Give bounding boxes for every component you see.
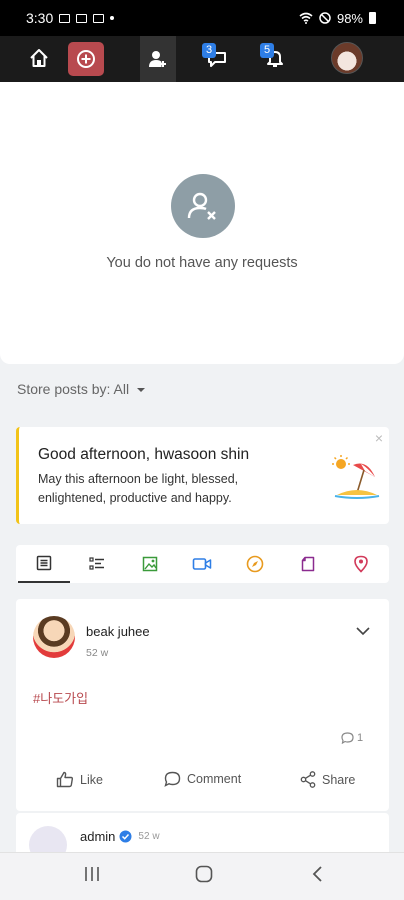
tab-video-posts[interactable] (176, 545, 228, 583)
battery-icon (369, 12, 376, 24)
recent-apps-button[interactable] (84, 865, 100, 888)
share-icon (300, 771, 316, 788)
comment-icon (164, 771, 181, 787)
greeting-message: May this afternoon be light, blessed, en… (38, 472, 239, 505)
home-icon (30, 49, 48, 67)
post-author-avatar[interactable] (33, 616, 75, 658)
location-post-icon (354, 555, 368, 573)
tab-file-posts[interactable] (282, 545, 334, 583)
back-button[interactable] (311, 865, 323, 888)
list-post-icon (89, 557, 104, 570)
friend-requests-button[interactable] (140, 36, 176, 82)
profile-button[interactable] (328, 39, 366, 77)
share-label: Share (322, 772, 356, 787)
share-button[interactable]: Share (300, 771, 355, 788)
like-label: Like (80, 772, 103, 787)
notifications-button[interactable]: 5 (256, 39, 294, 77)
next-post-card: admin 52 w (16, 813, 389, 864)
wifi-icon (299, 12, 313, 24)
messages-button[interactable]: 3 (198, 39, 236, 77)
tab-image-posts[interactable] (124, 545, 176, 583)
gallery-notification-icon (59, 13, 71, 23)
video-post-icon (192, 558, 212, 570)
back-icon (312, 866, 322, 882)
tab-activity-posts[interactable] (229, 545, 281, 583)
caret-down-icon (137, 388, 146, 392)
home-system-icon (195, 865, 213, 883)
status-left: 3:30 (26, 10, 115, 26)
post-timestamp: 52 w (86, 647, 109, 659)
close-greeting-button[interactable]: × (375, 430, 383, 446)
profile-avatar (331, 42, 363, 74)
post-hashtag-link[interactable]: #나도가입 (33, 688, 88, 707)
greeting-card: Good afternoon, hwasoon shin May this af… (16, 427, 389, 524)
no-requests-message: You do not have any requests (106, 255, 298, 271)
tab-text-posts[interactable] (18, 545, 70, 583)
tab-location-posts[interactable] (335, 545, 387, 583)
status-time: 3:30 (26, 10, 54, 26)
chevron-down-icon (356, 627, 370, 636)
next-post-author[interactable]: admin 52 w (80, 829, 160, 844)
home-system-button[interactable] (195, 865, 213, 888)
create-post-icon (77, 50, 95, 68)
store-posts-filter-label: Store posts by: All (17, 381, 130, 397)
create-post-button[interactable] (68, 42, 104, 76)
comment-count-value: 1 (357, 732, 364, 744)
post-card: beak juhee 52 w #나도가입 1 Like Comment Sha… (16, 599, 389, 811)
verified-badge-icon (119, 830, 132, 843)
post-options-button[interactable] (356, 623, 370, 641)
next-post-timestamp: 52 w (138, 831, 160, 842)
messages-badge: 3 (202, 43, 216, 58)
youtube-notification-icon (93, 13, 105, 23)
more-notifications-icon (110, 16, 115, 20)
mail-notification-icon (76, 13, 88, 23)
post-type-tabs (16, 545, 389, 583)
notifications-badge: 5 (260, 43, 274, 58)
comment-small-icon (341, 732, 354, 744)
home-button[interactable] (20, 39, 58, 77)
battery-percent: 98% (336, 10, 363, 26)
store-posts-filter[interactable]: Store posts by: All (17, 381, 146, 397)
text-post-icon (36, 555, 52, 571)
greeting-title: Good afternoon, hwasoon shin (38, 446, 250, 463)
beach-umbrella-icon (332, 455, 380, 499)
status-right: 98% (299, 11, 376, 26)
thumbs-up-icon (56, 771, 74, 788)
system-nav-bar (0, 852, 404, 900)
top-nav: 3 5 (0, 36, 404, 82)
tab-list-posts[interactable] (71, 545, 123, 583)
recent-apps-icon (85, 867, 99, 881)
post-actions: Like Comment Share (16, 761, 389, 801)
next-post-author-name: admin (80, 829, 116, 844)
post-author-name[interactable]: beak juhee (86, 624, 150, 639)
dnd-icon (319, 12, 331, 24)
file-post-icon (301, 556, 315, 572)
post-comment-count[interactable]: 1 (341, 732, 363, 744)
no-requests-icon (171, 174, 235, 238)
status-bar: 3:30 98% (0, 0, 404, 36)
image-post-icon (142, 556, 158, 572)
like-button[interactable]: Like (56, 771, 103, 788)
comment-button[interactable]: Comment (164, 771, 241, 787)
friend-requests-icon (149, 51, 166, 67)
activity-post-icon (246, 555, 264, 573)
comment-label: Comment (187, 772, 242, 786)
